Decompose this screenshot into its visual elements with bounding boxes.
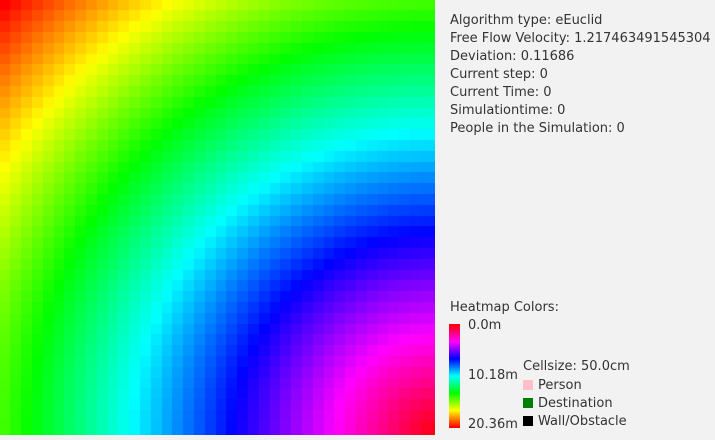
legend-max-label: 20.36m: [468, 417, 518, 432]
deviation: Deviation: 0.11686: [450, 49, 575, 64]
person-label: Person: [538, 377, 582, 393]
destination-swatch: [523, 398, 533, 408]
legend-item-wall: Wall/Obstacle: [523, 413, 627, 429]
bottom-strip: [0, 435, 715, 440]
heatmap-color-scale: [449, 324, 460, 428]
legend-mid-label: 10.18m: [468, 368, 518, 383]
legend-min-label: 0.0m: [468, 318, 502, 333]
algorithm-type: Algorithm type: eEuclid: [450, 13, 603, 28]
current-step: Current step: 0: [450, 67, 548, 82]
legend-item-person: Person: [523, 377, 582, 393]
cellsize-label: Cellsize: 50.0cm: [523, 359, 630, 374]
wall-swatch: [523, 416, 533, 426]
legend-title: Heatmap Colors:: [450, 300, 559, 315]
wall-label: Wall/Obstacle: [538, 413, 627, 429]
destination-label: Destination: [538, 395, 613, 411]
people-count: People in the Simulation: 0: [450, 121, 625, 136]
legend-item-destination: Destination: [523, 395, 613, 411]
heatmap-grid: [0, 0, 435, 435]
current-time: Current Time: 0: [450, 85, 552, 100]
person-swatch: [523, 380, 533, 390]
info-panel: Algorithm type: eEuclid Free Flow Veloci…: [450, 12, 715, 138]
free-flow-velocity: Free Flow Velocity: 1.217463491545304: [450, 31, 711, 46]
simulation-time: Simulationtime: 0: [450, 103, 566, 118]
